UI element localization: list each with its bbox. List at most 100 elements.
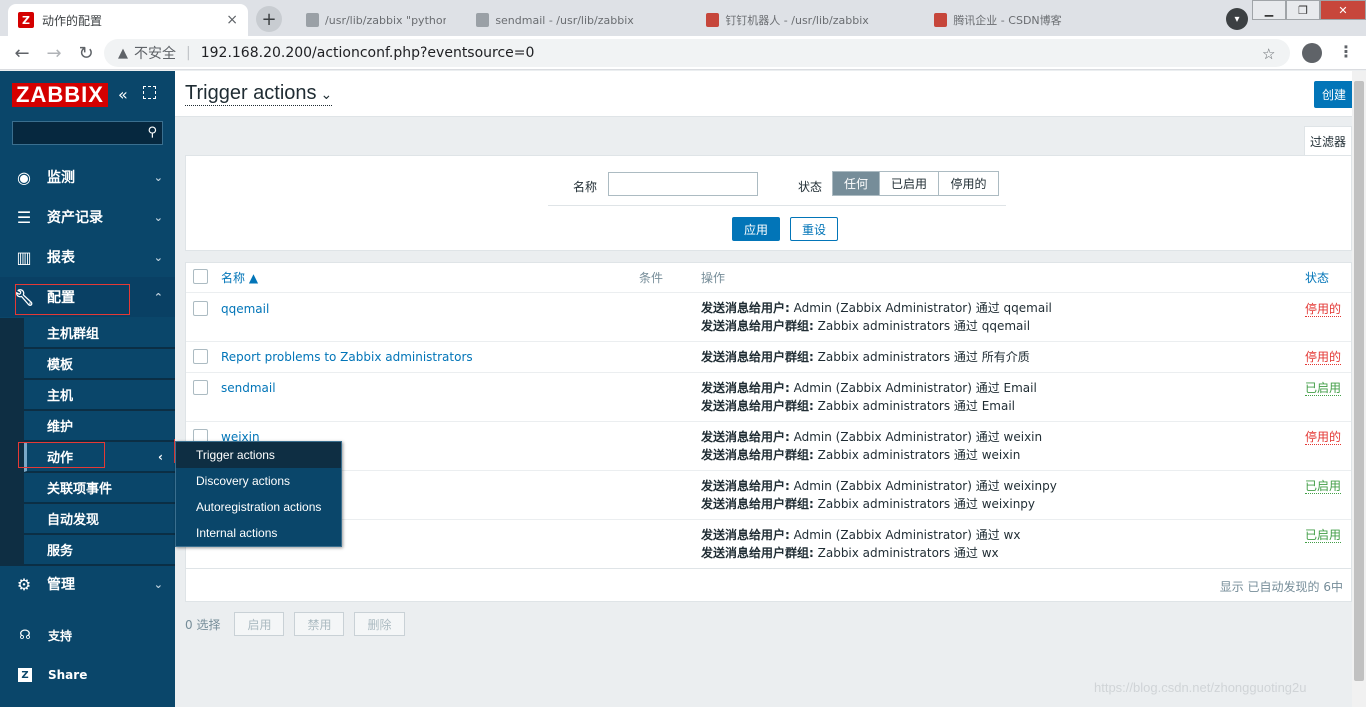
op-label: 发送消息给用户: xyxy=(701,479,790,493)
browser-tab-2[interactable]: sendmail - /usr/lib/zabbix xyxy=(466,4,686,36)
page-scrollbar[interactable] xyxy=(1352,71,1366,707)
action-operations: 发送消息给用户: Admin (Zabbix Administrator) 通过… xyxy=(701,379,1037,415)
status-toggle[interactable]: 已启用 xyxy=(1305,381,1342,396)
sidebar-item-templates[interactable]: 模板 xyxy=(24,349,175,379)
browser-media-icon[interactable]: ▾ xyxy=(1226,8,1248,30)
status-option-enabled[interactable]: 已启用 xyxy=(880,172,939,195)
action-name-link[interactable]: sendmail xyxy=(221,381,276,395)
kiosk-mode-icon[interactable] xyxy=(143,86,156,99)
url-omnibox[interactable]: ▲ 不安全 | 192.168.20.200/actionconf.php?ev… xyxy=(104,39,1290,67)
reload-icon[interactable]: ↻ xyxy=(74,41,98,65)
column-header-conditions: 条件 xyxy=(639,271,664,285)
collapse-sidebar-icon[interactable]: « xyxy=(118,85,128,104)
browser-tab-1[interactable]: /usr/lib/zabbix "python3" (2) xyxy=(296,4,456,36)
restore-button[interactable]: ❐ xyxy=(1286,0,1320,20)
sidebar-item-label: 监测 xyxy=(47,170,75,186)
sidebar-item-monitoring[interactable]: ◉ 监测 ⌄ xyxy=(0,157,175,197)
delete-selected-button[interactable]: 删除 xyxy=(354,612,405,636)
tab-title: 动作的配置 xyxy=(42,13,103,28)
op-detail: Admin (Zabbix Administrator) 通过 weixinpy xyxy=(789,479,1057,493)
profile-avatar-icon[interactable] xyxy=(1302,43,1322,63)
table-row: qqemail 发送消息给用户: Admin (Zabbix Administr… xyxy=(186,292,1351,341)
tab-favicon-icon xyxy=(306,13,320,27)
action-name-link[interactable]: Report problems to Zabbix administrators xyxy=(221,350,473,364)
action-operations: 发送消息给用户: Admin (Zabbix Administrator) 通过… xyxy=(701,526,1020,562)
filter-tab[interactable]: 过滤器 xyxy=(1304,126,1352,155)
bookmark-star-icon[interactable]: ☆ xyxy=(1262,45,1275,63)
disable-selected-button[interactable]: 禁用 xyxy=(294,612,345,636)
tab-favicon-icon xyxy=(706,13,720,27)
op-detail: Admin (Zabbix Administrator) 通过 qqemail xyxy=(789,301,1052,315)
op-label: 发送消息给用户: xyxy=(701,381,790,395)
mass-action-bar: 0 选择 启用 禁用 删除 xyxy=(185,612,415,636)
enable-selected-button[interactable]: 启用 xyxy=(234,612,285,636)
scrollbar-thumb[interactable] xyxy=(1354,81,1364,681)
status-toggle[interactable]: 停用的 xyxy=(1305,350,1342,365)
browser-menu-icon[interactable]: ⋮ xyxy=(1338,42,1354,61)
sidebar-item-hosts[interactable]: 主机 xyxy=(24,380,175,410)
op-detail: Admin (Zabbix Administrator) 通过 wx xyxy=(789,528,1021,542)
browser-tab-active[interactable]: Z 动作的配置 × xyxy=(8,4,248,36)
sidebar-item-label: 报表 xyxy=(47,250,75,266)
flyout-autoregistration-actions[interactable]: Autoregistration actions xyxy=(176,494,341,520)
sidebar-item-inventory[interactable]: ☰ 资产记录 ⌄ xyxy=(0,197,175,237)
browser-tab-3[interactable]: 钉钉机器人 - /usr/lib/zabbix xyxy=(696,4,916,36)
sidebar-search-input[interactable]: ⚲ xyxy=(12,121,163,145)
tab-close-icon[interactable]: × xyxy=(226,12,238,28)
status-option-disabled[interactable]: 停用的 xyxy=(939,172,998,195)
sidebar-item-label: 配置 xyxy=(47,290,75,306)
status-option-any[interactable]: 任何 xyxy=(833,172,880,195)
sidebar-item-maintenance[interactable]: 维护 xyxy=(24,411,175,441)
close-window-button[interactable]: ✕ xyxy=(1320,0,1366,20)
status-toggle[interactable]: 停用的 xyxy=(1305,430,1342,445)
zabbix-logo[interactable]: ZABBIX xyxy=(12,83,108,107)
gear-icon: ⚙ xyxy=(16,574,32,594)
sidebar-item-discovery[interactable]: 自动发现 xyxy=(24,504,175,534)
sidebar-item-configuration[interactable]: 🔧︎ 配置 ⌃ xyxy=(0,277,175,317)
filter-panel: 名称 状态 任何 已启用 停用的 应用 重设 xyxy=(185,155,1352,251)
status-toggle[interactable]: 停用的 xyxy=(1305,302,1342,317)
create-action-button[interactable]: 创建 xyxy=(1314,81,1354,108)
status-toggle[interactable]: 已启用 xyxy=(1305,528,1342,543)
list-icon: ☰ xyxy=(16,207,32,227)
sidebar-item-support[interactable]: ☊ 支持 xyxy=(0,615,175,655)
filter-name-input[interactable] xyxy=(608,172,758,196)
forward-arrow-icon[interactable]: → xyxy=(42,41,66,65)
page-title-dropdown[interactable]: Trigger actions ⌄ xyxy=(185,82,333,106)
sidebar-item-host-groups[interactable]: 主机群组 xyxy=(24,318,175,348)
flyout-trigger-actions[interactable]: Trigger actions xyxy=(176,442,341,468)
row-checkbox[interactable] xyxy=(193,349,208,364)
action-name-link[interactable]: qqemail xyxy=(221,302,269,316)
watermark: https://blog.csdn.net/zhongguoting2u xyxy=(1094,680,1307,695)
row-checkbox[interactable] xyxy=(193,301,208,316)
browser-tab-4[interactable]: 腾讯企业 - CSDN博客 xyxy=(924,4,1144,36)
sidebar-item-administration[interactable]: ⚙ 管理 ⌄ xyxy=(0,564,175,604)
row-checkbox[interactable] xyxy=(193,380,208,395)
search-icon[interactable]: ⚲ xyxy=(147,125,157,140)
op-detail: Admin (Zabbix Administrator) 通过 weixin xyxy=(789,430,1043,444)
page-header: Trigger actions ⌄ 创建 xyxy=(175,71,1354,117)
status-toggle[interactable]: 已启用 xyxy=(1305,479,1342,494)
back-arrow-icon[interactable]: ← xyxy=(10,41,34,65)
actions-table: 名称 ▲ 条件 操作 状态 qqemail 发送消息给用户: Admin (Za… xyxy=(185,262,1352,602)
sidebar-item-services[interactable]: 服务 xyxy=(24,535,175,565)
sidebar-item-event-correlation[interactable]: 关联项事件 xyxy=(24,473,175,503)
apply-button[interactable]: 应用 xyxy=(732,217,780,241)
minimize-button[interactable]: ▁ xyxy=(1252,0,1286,20)
new-tab-button[interactable]: + xyxy=(256,6,282,32)
flyout-discovery-actions[interactable]: Discovery actions xyxy=(176,468,341,494)
sidebar-item-share[interactable]: Z Share xyxy=(0,655,175,695)
sidebar-item-reports[interactable]: ▥ 报表 ⌄ xyxy=(0,237,175,277)
select-all-checkbox[interactable] xyxy=(193,269,208,284)
omnibox-separator: | xyxy=(186,45,191,61)
reset-button[interactable]: 重设 xyxy=(790,217,838,241)
column-header-name[interactable]: 名称 ▲ xyxy=(221,263,258,292)
column-header-status[interactable]: 状态 xyxy=(1305,263,1329,292)
sidebar-item-actions[interactable]: 动作 ‹ xyxy=(24,442,175,472)
table-footer-text: 显示 已自动发现的 6中 xyxy=(1219,580,1343,594)
op-detail: Zabbix administrators 通过 weixinpy xyxy=(813,497,1036,511)
op-label: 发送消息给用户群组: xyxy=(701,399,814,413)
chevron-down-icon: ⌄ xyxy=(153,577,163,591)
op-detail: Zabbix administrators 通过 所有介质 xyxy=(813,350,1030,364)
flyout-internal-actions[interactable]: Internal actions xyxy=(176,520,341,546)
